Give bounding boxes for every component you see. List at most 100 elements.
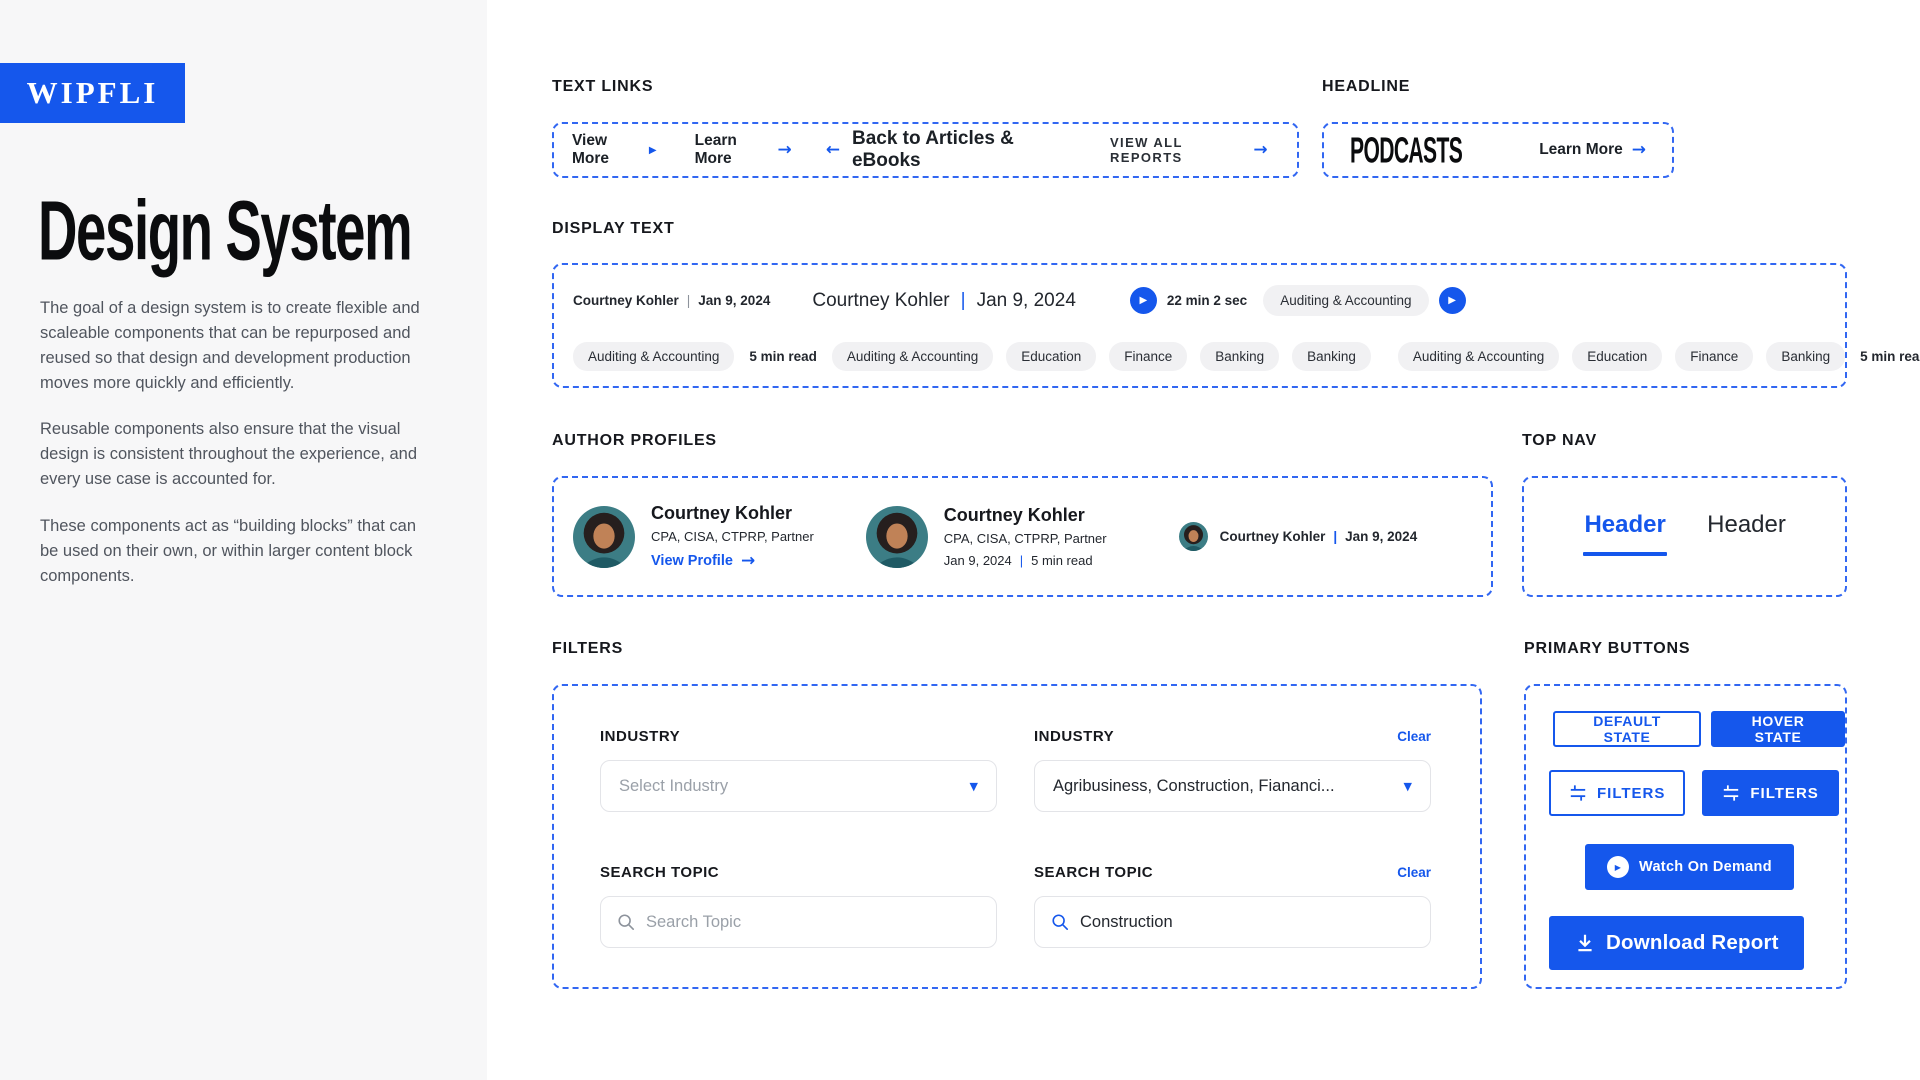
view-all-reports-link[interactable]: VIEW ALL REPORTS → xyxy=(1110,135,1269,165)
industry-select[interactable]: Select Industry ▼ xyxy=(600,760,997,812)
profile-credentials: CPA, CISA, CTPRP, Partner xyxy=(651,529,814,544)
headline-title: PODCASTS xyxy=(1350,133,1531,167)
clear-search-link[interactable]: Clear xyxy=(1397,865,1431,880)
category-pill[interactable]: Auditing & Accounting xyxy=(1263,285,1428,316)
play-button[interactable]: ▶ xyxy=(1130,287,1157,314)
search-topic-default: SEARCH TOPIC xyxy=(600,864,997,948)
top-nav-box: Header Header xyxy=(1522,476,1847,597)
view-more-link[interactable]: View More ▶ xyxy=(572,132,657,168)
separator: | xyxy=(687,293,691,308)
play-icon: ▶ xyxy=(1607,856,1629,878)
arrow-right-icon: → xyxy=(1253,140,1269,160)
tag-pill[interactable]: Banking xyxy=(1200,342,1279,371)
industry-label: INDUSTRY xyxy=(1034,728,1114,745)
byline-small: Courtney Kohler | Jan 9, 2024 xyxy=(573,293,770,308)
profile-info: Courtney Kohler CPA, CISA, CTPRP, Partne… xyxy=(651,503,814,571)
avatar-image xyxy=(573,506,635,568)
separator: | xyxy=(1020,553,1023,568)
play-button[interactable]: ▶ xyxy=(1439,287,1466,314)
search-topic-field-filled[interactable] xyxy=(1034,896,1431,948)
arrow-right-icon: → xyxy=(1632,140,1646,160)
state-buttons-row: DEFAULT STATE HOVER STATE xyxy=(1553,711,1845,747)
download-button-row: Download Report xyxy=(1549,916,1845,970)
profile-info: Courtney Kohler CPA, CISA, CTPRP, Partne… xyxy=(944,505,1107,568)
display-text-section-label: DISPLAY TEXT xyxy=(552,220,675,238)
author-profile-card: Courtney Kohler CPA, CISA, CTPRP, Partne… xyxy=(866,505,1107,568)
avatar xyxy=(866,506,928,568)
intro-paragraph-2: Reusable components also ensure that the… xyxy=(40,417,424,492)
profile-meta: Jan 9, 2024 | 5 min read xyxy=(944,553,1107,568)
text-links-box: View More ▶ Learn More → ← Back to Artic… xyxy=(552,122,1299,178)
download-report-button[interactable]: Download Report xyxy=(1549,916,1804,970)
date: Jan 9, 2024 xyxy=(977,290,1076,312)
profile-credentials: CPA, CISA, CTPRP, Partner xyxy=(944,531,1107,546)
filters-button-hover[interactable]: FILTERS xyxy=(1702,770,1838,816)
search-topic-label: SEARCH TOPIC xyxy=(1034,864,1153,881)
tag-pill[interactable]: Auditing & Accounting xyxy=(832,342,993,371)
hover-state-button[interactable]: HOVER STATE xyxy=(1711,711,1845,747)
tag-pill[interactable]: Education xyxy=(1572,342,1662,371)
primary-buttons-box: DEFAULT STATE HOVER STATE FILTERS xyxy=(1524,684,1847,989)
sliders-icon xyxy=(1569,784,1587,802)
display-text-box: Courtney Kohler | Jan 9, 2024 Courtney K… xyxy=(552,263,1847,388)
tag-pill[interactable]: Auditing & Accounting xyxy=(1398,342,1559,371)
tag-pill[interactable]: 5 min read xyxy=(747,342,819,371)
search-topic-filled: SEARCH TOPIC Clear xyxy=(1034,864,1431,948)
search-topic-field[interactable] xyxy=(600,896,997,948)
industry-label: INDUSTRY xyxy=(600,728,680,745)
sidebar-copy: The goal of a design system is to create… xyxy=(40,296,424,610)
author-profiles-section-label: AUTHOR PROFILES xyxy=(552,432,717,450)
search-icon xyxy=(1051,913,1069,931)
filters-section-label: FILTERS xyxy=(552,640,623,658)
author-name: Courtney Kohler xyxy=(573,293,679,308)
arrow-left-icon: ← xyxy=(826,140,840,160)
wipfli-logo[interactable]: WIPFLI xyxy=(0,63,185,123)
author-profile-compact: Courtney Kohler | Jan 9, 2024 xyxy=(1179,522,1418,551)
tag-pill[interactable]: Education xyxy=(1006,342,1096,371)
filters-box: INDUSTRY Select Industry ▼ INDUSTRY Clea… xyxy=(552,684,1482,989)
headline-learn-more-link[interactable]: Learn More → xyxy=(1539,140,1646,160)
primary-buttons-section-label: PRIMARY BUTTONS xyxy=(1524,640,1690,658)
profile-name: Courtney Kohler xyxy=(651,503,814,524)
separator: | xyxy=(961,290,966,312)
industry-filter-default: INDUSTRY Select Industry ▼ xyxy=(600,728,997,812)
search-topic-input[interactable] xyxy=(646,913,980,932)
filters-button-default[interactable]: FILTERS xyxy=(1549,770,1685,816)
duration-label: 22 min 2 sec xyxy=(1167,293,1247,308)
triangle-right-icon: ▶ xyxy=(649,145,657,156)
tag-pill[interactable]: Finance xyxy=(1675,342,1753,371)
arrow-right-icon: → xyxy=(777,140,791,160)
tag-pill[interactable]: Banking xyxy=(1292,342,1371,371)
tag-pill[interactable]: 5 min read xyxy=(1858,342,1920,371)
search-topic-input-filled[interactable] xyxy=(1080,913,1414,932)
back-to-articles-link[interactable]: ← Back to Articles & eBooks xyxy=(826,128,1064,172)
filters-buttons-row: FILTERS FILTERS xyxy=(1549,770,1845,816)
date: Jan 9, 2024 xyxy=(1345,529,1417,544)
industry-select-filled[interactable]: Agribusiness, Construction, Fiananci... … xyxy=(1034,760,1431,812)
default-state-button[interactable]: DEFAULT STATE xyxy=(1553,711,1701,747)
date: Jan 9, 2024 xyxy=(944,553,1012,568)
top-nav-section-label: TOP NAV xyxy=(1522,432,1597,450)
search-icon xyxy=(617,913,635,931)
wipfli-logo-text: WIPFLI xyxy=(27,75,159,111)
nav-tab-header-active[interactable]: Header xyxy=(1583,511,1667,595)
active-tab-underline xyxy=(1583,552,1667,556)
learn-more-link[interactable]: Learn More → xyxy=(695,132,792,168)
nav-tab-header[interactable]: Header xyxy=(1707,511,1786,595)
tag-pill[interactable]: Banking xyxy=(1766,342,1845,371)
industry-filter-filled: INDUSTRY Clear Agribusiness, Constructio… xyxy=(1034,728,1431,812)
byline-large: Courtney Kohler | Jan 9, 2024 xyxy=(812,290,1076,312)
clear-industry-link[interactable]: Clear xyxy=(1397,729,1431,744)
watch-button-row: ▶ Watch On Demand xyxy=(1585,844,1845,890)
tag-pill[interactable]: Auditing & Accounting xyxy=(573,342,734,371)
caret-down-icon: ▼ xyxy=(1404,780,1412,793)
view-profile-link[interactable]: View Profile → xyxy=(651,551,814,571)
author-profile-card: Courtney Kohler CPA, CISA, CTPRP, Partne… xyxy=(573,503,814,571)
play-icon: ▶ xyxy=(1140,295,1148,306)
profile-byline: Courtney Kohler | Jan 9, 2024 xyxy=(1220,529,1418,544)
avatar xyxy=(1179,522,1208,551)
profile-name: Courtney Kohler xyxy=(1220,529,1326,544)
watch-on-demand-button[interactable]: ▶ Watch On Demand xyxy=(1585,844,1794,890)
avatar xyxy=(573,506,635,568)
tag-pill[interactable]: Finance xyxy=(1109,342,1187,371)
